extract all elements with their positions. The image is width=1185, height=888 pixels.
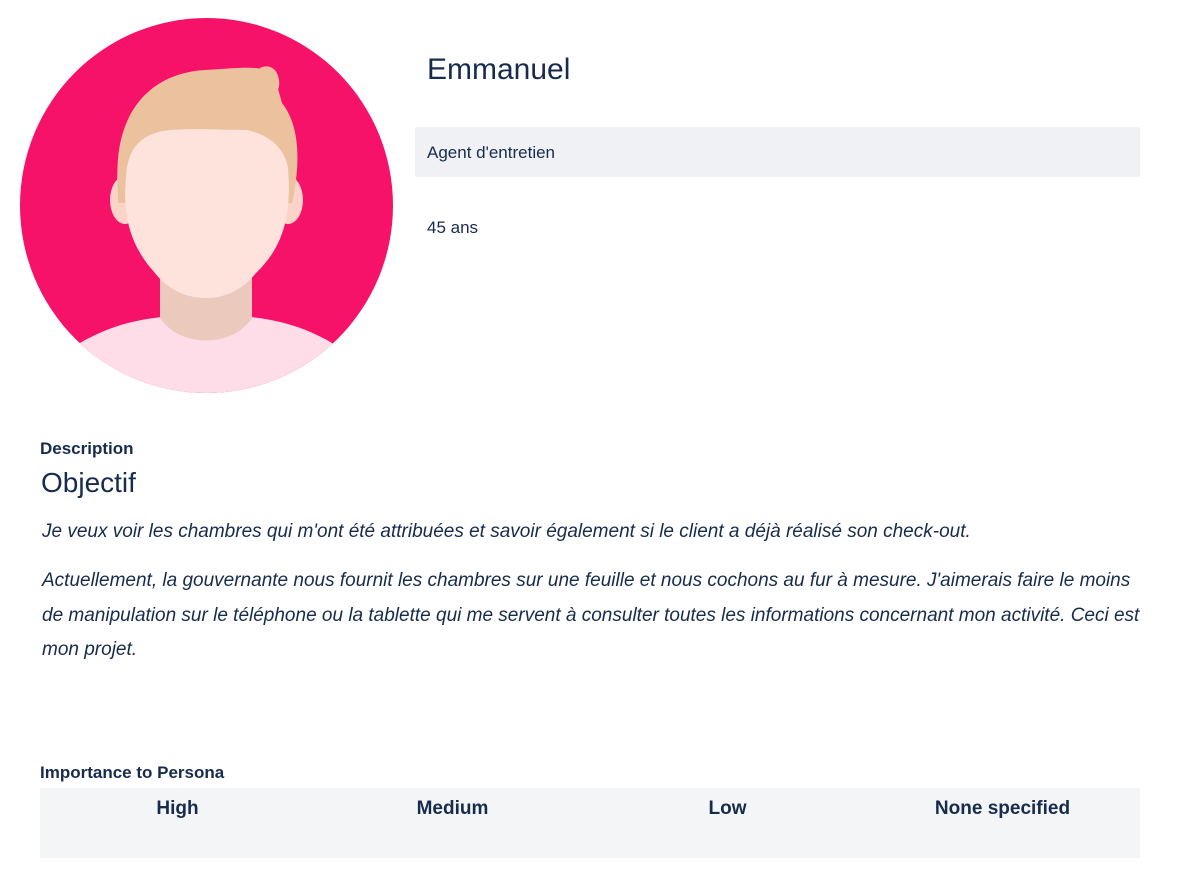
persona-age: 45 ans xyxy=(427,218,479,237)
context-paragraph: Actuellement, la gouvernante nous fourni… xyxy=(42,570,1140,660)
importance-column-medium: Medium xyxy=(416,798,489,819)
persona-avatar xyxy=(20,18,393,393)
importance-label: Importance to Persona xyxy=(40,763,225,782)
persona-name: Emmanuel xyxy=(427,53,571,86)
objective-paragraph: Je veux voir les chambres qui m'ont été … xyxy=(42,521,971,542)
person-avatar-icon xyxy=(20,18,393,393)
importance-table: High Medium Low None specified xyxy=(40,788,1140,858)
persona-role-field: Agent d'entretien xyxy=(415,127,1140,177)
importance-column-low: Low xyxy=(708,798,747,819)
description-label: Description xyxy=(40,439,134,458)
importance-column-high: High xyxy=(156,798,199,819)
persona-role: Agent d'entretien xyxy=(427,143,556,162)
objective-heading: Objectif xyxy=(41,467,136,498)
importance-column-none-specified: None specified xyxy=(934,798,1071,819)
